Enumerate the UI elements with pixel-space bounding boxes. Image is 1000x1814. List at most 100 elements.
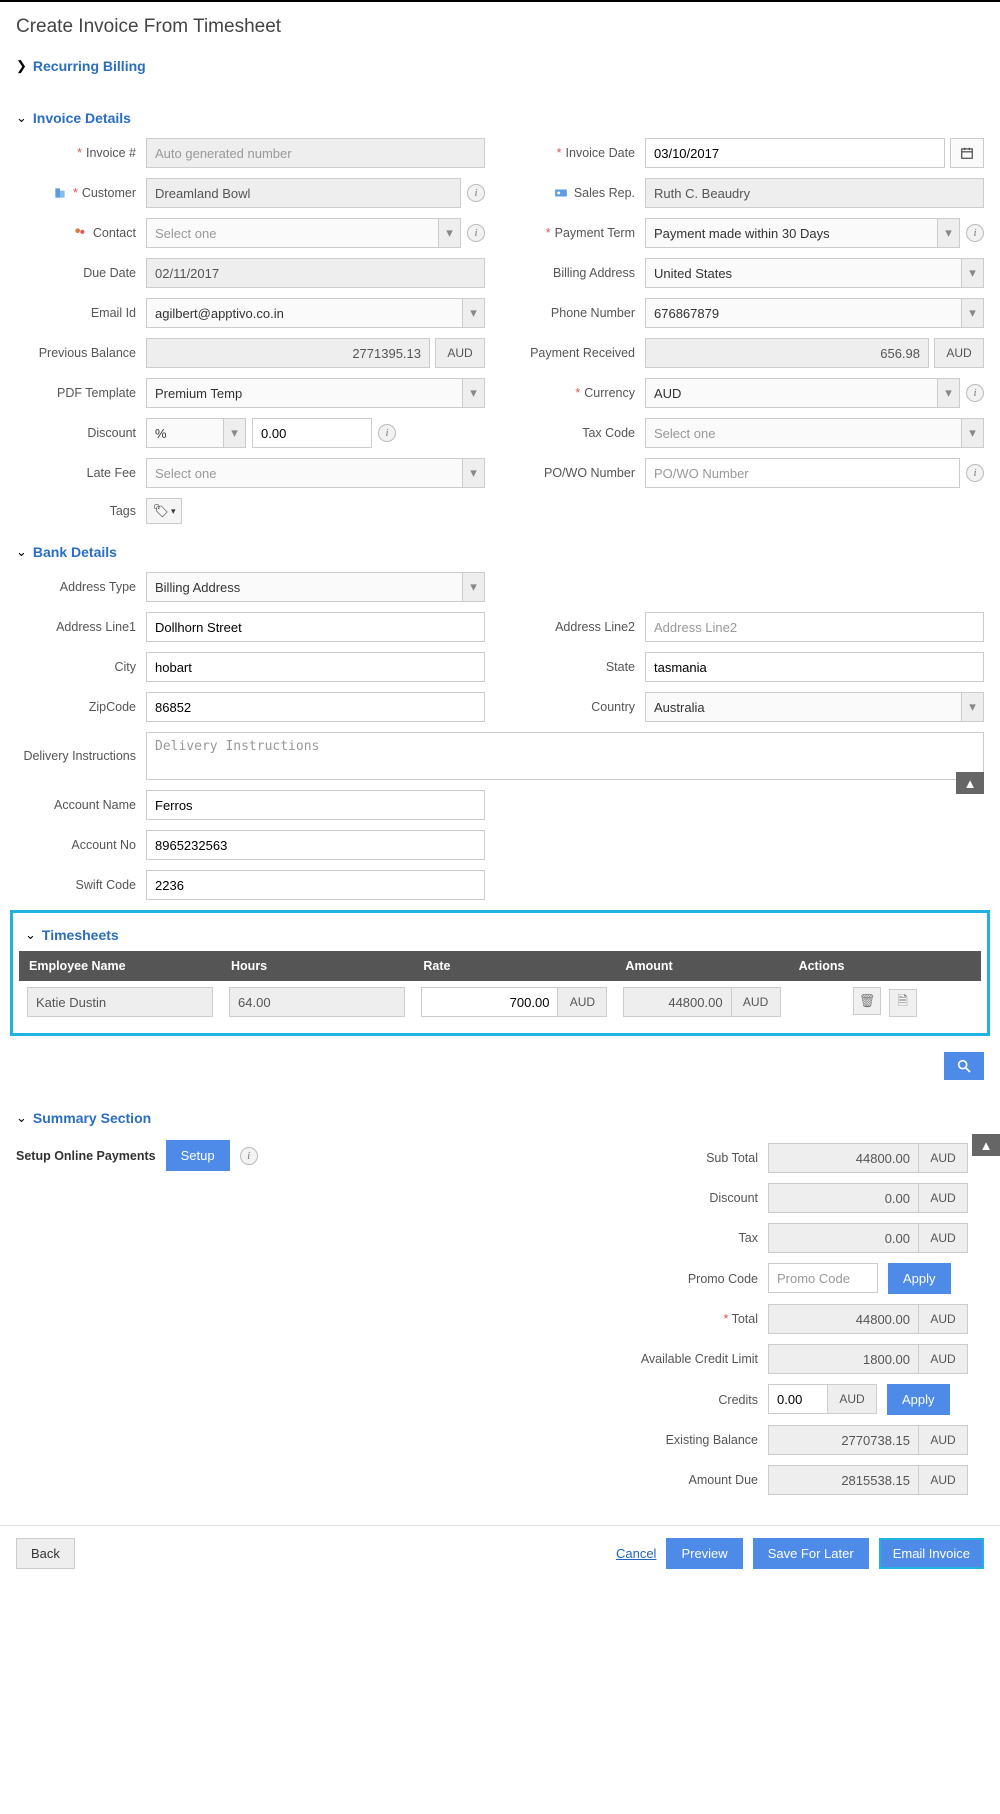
ts-employee-input [27, 987, 213, 1017]
delete-button[interactable]: 🗑 [853, 987, 881, 1015]
th-actions: Actions [789, 951, 981, 981]
label-city: City [114, 660, 136, 674]
label-country: Country [591, 700, 635, 714]
total-input [768, 1304, 919, 1334]
billing-address-select[interactable]: United States▾ [645, 258, 984, 288]
sales-rep-input[interactable] [645, 178, 984, 208]
label-summary-discount: Discount [598, 1191, 768, 1205]
address-type-select[interactable]: Billing Address▾ [146, 572, 485, 602]
payment-term-select[interactable]: Payment made within 30 Days▾ [645, 218, 960, 248]
chevron-down-icon: ▾ [462, 379, 484, 407]
setup-button[interactable]: Setup [166, 1140, 230, 1171]
label-existing-balance: Existing Balance [598, 1433, 768, 1447]
cancel-link[interactable]: Cancel [616, 1546, 656, 1561]
contact-select[interactable]: Select one▾ [146, 218, 461, 248]
country-select[interactable]: Australia▾ [645, 692, 984, 722]
discount-type-select[interactable]: %▾ [146, 418, 246, 448]
timesheets-panel: ⌄ Timesheets Employee Name Hours Rate Am… [10, 910, 990, 1036]
scroll-top-button[interactable]: ▲ [956, 772, 984, 794]
existing-balance-input [768, 1425, 919, 1455]
discount-value-input[interactable] [252, 418, 372, 448]
label-discount: Discount [87, 426, 136, 440]
people-icon [73, 226, 87, 240]
currency-unit: AUD [918, 1344, 968, 1374]
label-account-no: Account No [71, 838, 136, 852]
info-icon[interactable]: i [467, 184, 485, 202]
apply-promo-button[interactable]: Apply [888, 1263, 951, 1294]
currency-unit: AUD [918, 1304, 968, 1334]
currency-unit: AUD [827, 1384, 877, 1414]
section-invoice-details[interactable]: ⌄ Invoice Details [0, 100, 1000, 134]
label-invoice-no: Invoice # [86, 146, 136, 160]
tag-icon: 🏷 [152, 503, 169, 519]
label-address-type: Address Type [60, 580, 136, 594]
label-setup-online-payments: Setup Online Payments [16, 1149, 156, 1163]
customer-input[interactable] [146, 178, 461, 208]
section-bank-details[interactable]: ⌄ Bank Details [0, 534, 1000, 568]
invoice-date-input[interactable] [645, 138, 945, 168]
chevron-down-icon: ⌄ [16, 110, 27, 126]
chevron-down-icon: ▾ [961, 693, 983, 721]
info-icon[interactable]: i [378, 424, 396, 442]
currency-unit: AUD [731, 987, 781, 1017]
th-amount: Amount [615, 951, 788, 981]
swift-code-input[interactable] [146, 870, 485, 900]
chevron-down-icon: ▾ [462, 299, 484, 327]
ts-rate-input[interactable] [421, 987, 558, 1017]
delivery-instructions-input[interactable] [146, 732, 984, 780]
info-icon[interactable]: i [240, 1147, 258, 1165]
zipcode-input[interactable] [146, 692, 485, 722]
section-recurring-billing[interactable]: ❯ Recurring Billing [0, 48, 1000, 82]
label-po-number: PO/WO Number [544, 466, 635, 480]
calendar-icon[interactable] [950, 138, 984, 168]
detail-button[interactable]: 🗎 [889, 989, 917, 1017]
city-input[interactable] [146, 652, 485, 682]
currency-select[interactable]: AUD▾ [645, 378, 960, 408]
promo-code-input[interactable] [768, 1263, 878, 1293]
summary-tax-input [768, 1223, 919, 1253]
info-icon[interactable]: i [966, 224, 984, 242]
chevron-up-icon: ▲ [980, 1138, 993, 1153]
preview-button[interactable]: Preview [666, 1538, 742, 1569]
currency-unit: AUD [557, 987, 607, 1017]
timesheets-table: Employee Name Hours Rate Amount Actions … [19, 951, 981, 1023]
search-button[interactable] [944, 1052, 984, 1080]
label-total: Total [732, 1312, 758, 1326]
state-input[interactable] [645, 652, 984, 682]
pdf-template-select[interactable]: Premium Temp▾ [146, 378, 485, 408]
label-credit-limit: Available Credit Limit [598, 1352, 768, 1366]
prev-balance-input [146, 338, 430, 368]
chevron-down-icon: ⌄ [25, 927, 36, 943]
page-title: Create Invoice From Timesheet [0, 2, 1000, 48]
section-summary[interactable]: ⌄ Summary Section [0, 1100, 1000, 1134]
chevron-down-icon: ▾ [937, 219, 959, 247]
info-icon[interactable]: i [966, 384, 984, 402]
chevron-down-icon: ▾ [937, 379, 959, 407]
chevron-right-icon: ❯ [16, 58, 27, 74]
credits-input[interactable] [768, 1384, 828, 1414]
late-fee-select[interactable]: Select one▾ [146, 458, 485, 488]
caret-down-icon: ▾ [171, 506, 176, 517]
email-select[interactable]: agilbert@apptivo.co.in▾ [146, 298, 485, 328]
info-icon[interactable]: i [467, 224, 485, 242]
section-label: Recurring Billing [33, 58, 146, 74]
apply-credits-button[interactable]: Apply [887, 1384, 950, 1415]
back-button[interactable]: Back [16, 1538, 75, 1569]
email-invoice-button[interactable]: Email Invoice [879, 1538, 984, 1569]
ts-hours-input [229, 987, 405, 1017]
trash-icon: 🗑 [859, 993, 876, 1009]
table-row: AUD AUD 🗑 🗎 [19, 981, 981, 1023]
account-no-input[interactable] [146, 830, 485, 860]
address-line1-input[interactable] [146, 612, 485, 642]
save-for-later-button[interactable]: Save For Later [753, 1538, 869, 1569]
po-number-input[interactable] [645, 458, 960, 488]
phone-select[interactable]: 676867879▾ [645, 298, 984, 328]
tax-code-select[interactable]: Select one▾ [645, 418, 984, 448]
tags-button[interactable]: 🏷▾ [146, 498, 182, 524]
section-label: Invoice Details [33, 110, 131, 126]
info-icon[interactable]: i [966, 464, 984, 482]
scroll-top-button[interactable]: ▲ [972, 1134, 1000, 1156]
account-name-input[interactable] [146, 790, 485, 820]
address-line2-input[interactable] [645, 612, 984, 642]
section-timesheets[interactable]: ⌄ Timesheets [19, 917, 981, 951]
